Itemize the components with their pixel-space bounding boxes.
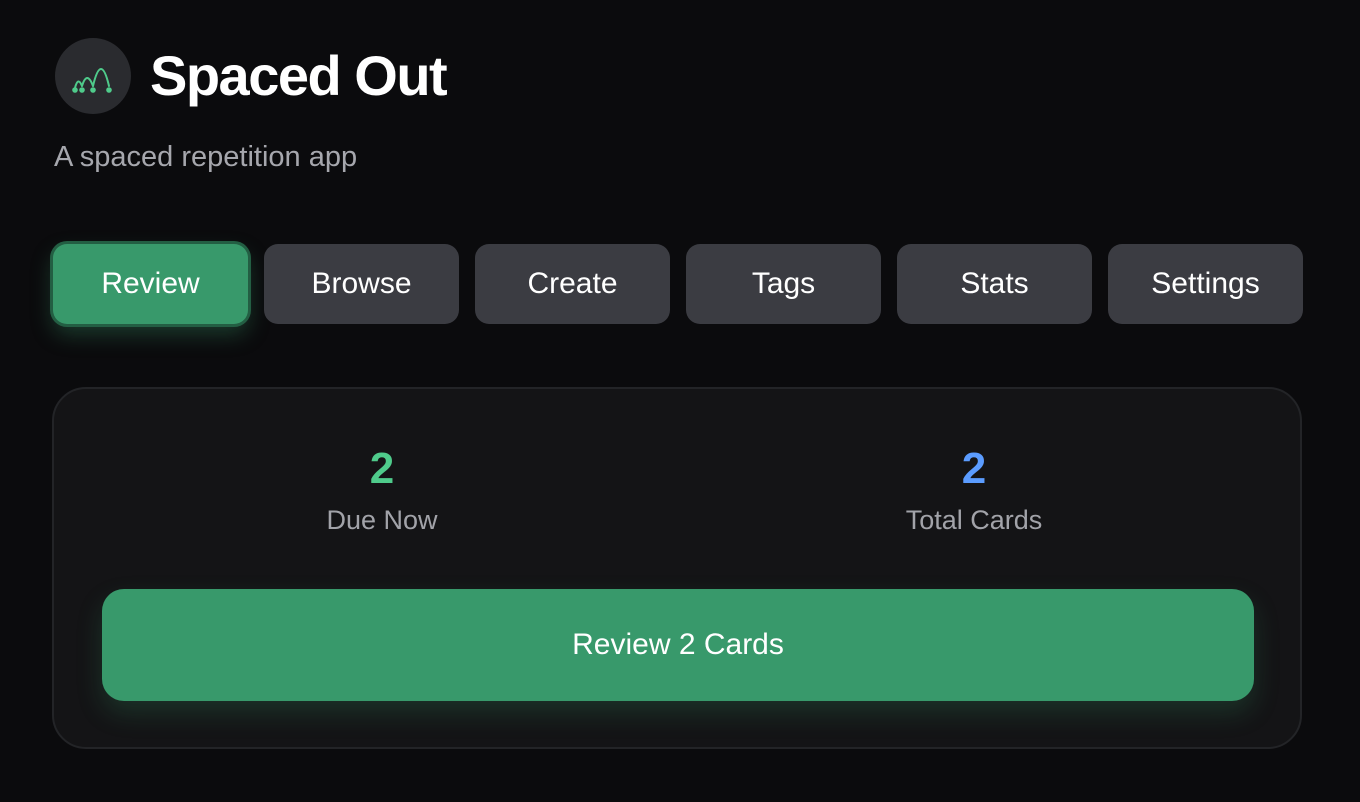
app-root: Spaced Out A spaced repetition app Revie… — [0, 0, 1360, 802]
review-panel: 2 Due Now 2 Total Cards Review 2 Cards — [52, 387, 1302, 749]
tab-create[interactable]: Create — [475, 244, 670, 324]
tab-tags[interactable]: Tags — [686, 244, 881, 324]
due-now-stat: 2 Due Now — [232, 447, 532, 536]
total-cards-label: Total Cards — [905, 505, 1043, 535]
app-subtitle: A spaced repetition app — [54, 141, 358, 173]
tab-settings[interactable]: Settings — [1108, 244, 1303, 324]
nav-tabs: Review Browse Create Tags Stats Settings — [53, 244, 1303, 324]
due-now-count: 2 — [369, 444, 395, 493]
total-cards-stat: 2 Total Cards — [824, 447, 1124, 536]
due-now-label: Due Now — [326, 505, 438, 535]
tab-review[interactable]: Review — [53, 244, 248, 324]
tab-stats[interactable]: Stats — [897, 244, 1092, 324]
app-title: Spaced Out — [150, 44, 448, 107]
tab-browse[interactable]: Browse — [264, 244, 459, 324]
total-cards-count: 2 — [961, 444, 987, 493]
header: Spaced Out — [55, 38, 448, 114]
app-logo — [55, 38, 131, 114]
spaced-arcs-logo-icon — [72, 68, 112, 93]
start-review-button[interactable]: Review 2 Cards — [102, 589, 1254, 701]
